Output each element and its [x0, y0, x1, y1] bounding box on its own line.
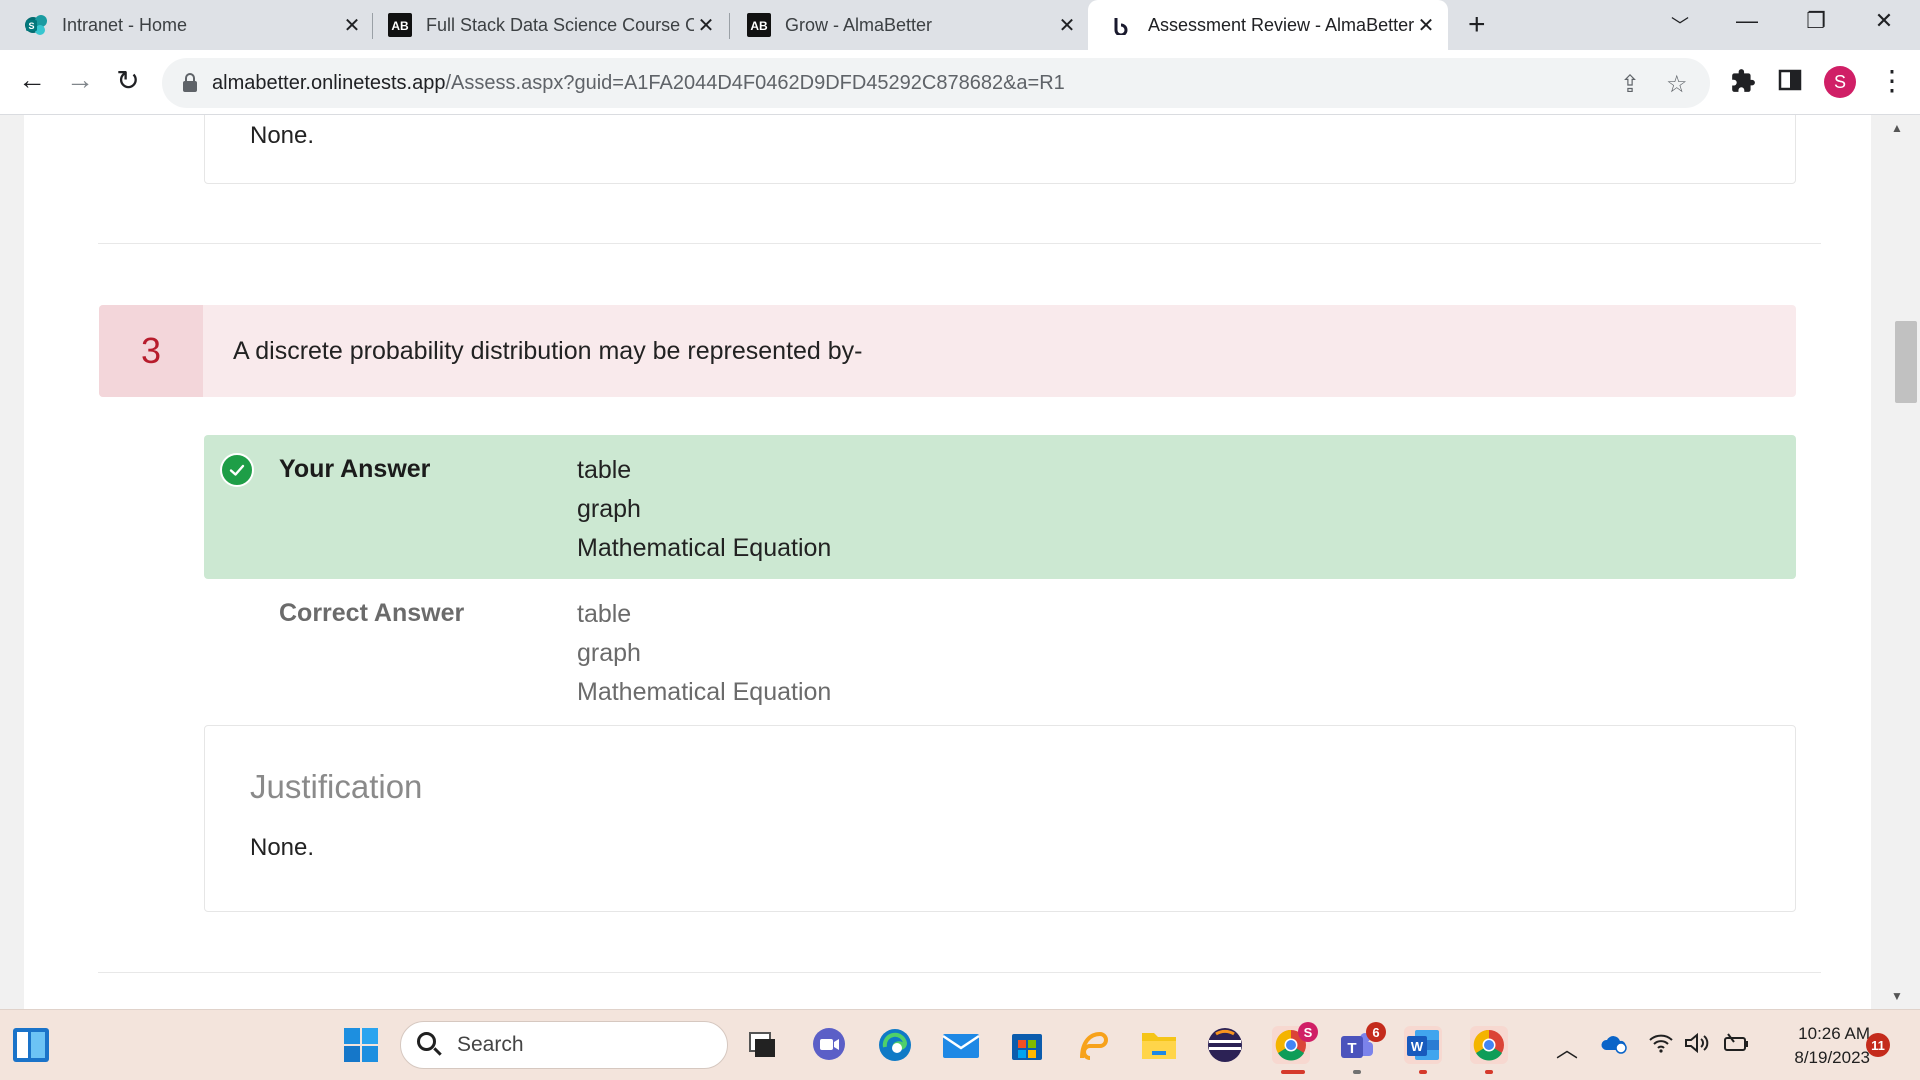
chrome-icon[interactable]: [1470, 1026, 1508, 1064]
previous-justification-card: None.: [204, 115, 1796, 184]
svg-text:AB: AB: [391, 19, 409, 33]
show-hidden-icons-chevron-icon[interactable]: ︿: [1556, 1032, 1578, 1064]
almabetter-icon: AB: [747, 13, 771, 37]
bookmark-star-icon[interactable]: ☆: [1666, 70, 1688, 99]
profile-avatar[interactable]: S: [1824, 66, 1856, 98]
almabetter-icon: AB: [388, 13, 412, 37]
close-icon[interactable]: ✕: [1055, 13, 1079, 38]
clock-date: 8/19/2023: [1794, 1048, 1870, 1067]
reload-icon[interactable]: ↻: [108, 64, 148, 97]
windows-start-icon[interactable]: [342, 1026, 380, 1064]
wifi-icon[interactable]: [1648, 1032, 1674, 1060]
forward-icon[interactable]: →: [60, 64, 100, 96]
running-app-indicator: [1485, 1070, 1493, 1074]
system-clock[interactable]: 10:26 AM 8/19/2023: [1760, 1022, 1870, 1070]
side-panel-icon[interactable]: [1778, 68, 1802, 99]
svg-text:T: T: [1347, 1040, 1356, 1057]
correct-answer-label: Correct Answer: [279, 599, 465, 627]
eclipse-icon[interactable]: [1206, 1026, 1244, 1064]
tab-grow-almabetter[interactable]: AB Grow - AlmaBetter ✕: [747, 0, 1079, 50]
sharepoint-icon: S: [24, 13, 48, 37]
search-placeholder: Search: [457, 1033, 524, 1056]
your-answer-option: graph: [577, 495, 641, 523]
widgets-icon[interactable]: [12, 1026, 50, 1064]
tab-separator: [372, 13, 373, 39]
teams-notification-badge: 6: [1366, 1022, 1386, 1042]
tab-search-chevron-icon[interactable]: ﹀: [1660, 12, 1700, 38]
file-explorer-icon[interactable]: [1140, 1026, 1178, 1064]
previous-justification-text: None.: [250, 122, 315, 149]
close-icon[interactable]: ✕: [694, 13, 718, 38]
tab-full-stack-course[interactable]: AB Full Stack Data Science Course O ✕: [388, 0, 718, 50]
onedrive-icon[interactable]: [1600, 1032, 1628, 1060]
justification-text: None.: [250, 834, 315, 861]
close-window-icon[interactable]: ✕: [1864, 8, 1904, 34]
word-icon[interactable]: W: [1404, 1026, 1442, 1064]
close-icon[interactable]: ✕: [1414, 13, 1438, 38]
your-answer-option: Mathematical Equation: [577, 534, 832, 562]
mail-icon[interactable]: [942, 1026, 980, 1064]
teams-chat-icon[interactable]: [810, 1026, 848, 1064]
tab-assessment-review[interactable]: Assessment Review - AlmaBetter ✕: [1088, 0, 1448, 50]
divider: [98, 972, 1821, 973]
battery-icon[interactable]: [1722, 1032, 1750, 1060]
tab-title: Full Stack Data Science Course O: [426, 14, 694, 35]
address-bar[interactable]: almabetter.onlinetests.app/Assess.aspx?g…: [162, 58, 1710, 108]
windows-taskbar: Search S T 6 W ︿ 10:26 AM 8/19/2023 11: [0, 1009, 1920, 1080]
task-view-icon[interactable]: [743, 1026, 781, 1064]
question-number: 3: [99, 305, 203, 397]
restore-icon[interactable]: ❐: [1796, 8, 1836, 34]
running-app-indicator: [1353, 1070, 1361, 1074]
svg-text:S: S: [28, 21, 34, 31]
lock-icon[interactable]: [182, 72, 198, 94]
edge-icon[interactable]: [876, 1026, 914, 1064]
your-answer-option: table: [577, 456, 632, 484]
scroll-down-arrow-icon[interactable]: ▼: [1891, 989, 1903, 1003]
question-header: 3 A discrete probability distribution ma…: [99, 305, 1796, 397]
notification-count-badge[interactable]: 11: [1866, 1033, 1890, 1057]
your-answer-label: Your Answer: [279, 455, 431, 483]
your-answer-box: Your Answer table graph Mathematical Equ…: [204, 435, 1796, 579]
svg-text:W: W: [1411, 1039, 1424, 1054]
microsoft-store-icon[interactable]: [1008, 1026, 1046, 1064]
divider: [98, 243, 1821, 244]
assessment-review-page: None. 3 A discrete probability distribut…: [24, 115, 1871, 1009]
new-tab-button[interactable]: +: [1468, 8, 1486, 42]
share-icon[interactable]: ⇪: [1620, 70, 1640, 99]
minimize-icon[interactable]: —: [1727, 8, 1767, 34]
tab-title: Grow - AlmaBetter: [785, 14, 933, 35]
check-icon: [220, 453, 254, 487]
page-viewport: None. 3 A discrete probability distribut…: [0, 115, 1920, 1009]
scrollbar-thumb[interactable]: [1895, 321, 1917, 403]
tab-intranet-home[interactable]: S Intranet - Home ✕: [24, 0, 364, 50]
justification-title: Justification: [250, 768, 423, 805]
browser-toolbar: ← → ↻ almabetter.onlinetests.app/Assess.…: [0, 50, 1920, 115]
tab-separator: [729, 13, 730, 39]
menu-icon[interactable]: ⋮: [1878, 64, 1906, 97]
tab-title: Assessment Review - AlmaBetter: [1148, 14, 1414, 35]
active-app-indicator: [1281, 1070, 1305, 1074]
volume-icon[interactable]: [1684, 1032, 1710, 1060]
tab-strip: S Intranet - Home ✕ AB Full Stack Data S…: [0, 0, 1920, 50]
running-app-indicator: [1419, 1070, 1427, 1074]
correct-answer-option: Mathematical Equation: [577, 678, 832, 706]
extensions-icon[interactable]: [1730, 68, 1756, 101]
power-automate-icon[interactable]: [1074, 1026, 1112, 1064]
chrome-profile-badge: S: [1298, 1022, 1318, 1042]
taskbar-search[interactable]: Search: [400, 1021, 728, 1069]
back-icon[interactable]: ←: [12, 64, 52, 96]
clock-time: 10:26 AM: [1798, 1024, 1870, 1043]
justification-card: Justification None.: [204, 725, 1796, 912]
svg-text:AB: AB: [750, 19, 768, 33]
correct-answer-option: graph: [577, 639, 641, 667]
close-icon[interactable]: ✕: [340, 13, 364, 38]
loading-icon: [1110, 13, 1134, 37]
scroll-up-arrow-icon[interactable]: ▲: [1891, 121, 1903, 135]
page-scrollbar[interactable]: ▲ ▼: [1872, 115, 1920, 1009]
correct-answer-option: table: [577, 600, 632, 628]
tab-title: Intranet - Home: [62, 14, 188, 35]
question-text: A discrete probability distribution may …: [233, 336, 863, 365]
url-text[interactable]: almabetter.onlinetests.app/Assess.aspx?g…: [212, 72, 1065, 95]
search-icon: [417, 1032, 443, 1058]
